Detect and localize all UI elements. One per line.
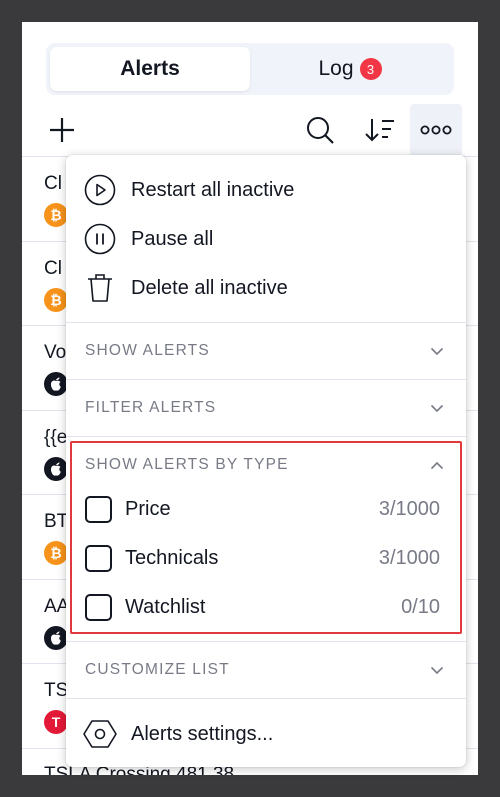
bitcoin-icon: ₿ [44,203,68,227]
tab-alerts[interactable]: Alerts [50,47,250,91]
alert-title: Vo [44,342,67,363]
plus-icon [50,118,74,142]
play-circle-icon [82,172,118,208]
show-alerts-by-type-title: SHOW ALERTS BY TYPE [85,456,289,473]
price-label: Price [125,497,171,520]
show-alerts-section[interactable]: SHOW ALERTS [66,323,466,379]
tesla-logo-icon: T [44,710,68,734]
add-alert-button[interactable] [36,104,88,156]
chevron-up-icon [430,461,444,469]
price-checkbox[interactable] [85,495,112,523]
trash-icon [82,270,118,306]
log-count-badge: 3 [359,58,382,80]
tab-log-label: Log [318,57,354,80]
delete-all-inactive-item[interactable]: Delete all inactive [66,264,466,312]
more-horizontal-icon [420,125,452,135]
alerts-settings-item[interactable]: Alerts settings... [66,710,466,758]
alert-title: BT [44,511,69,532]
technicals-count: 3/1000 [378,546,440,569]
chevron-down-icon [430,404,444,412]
menu-divider [66,698,466,699]
delete-all-inactive-label: Delete all inactive [131,276,288,299]
pause-circle-icon [82,221,118,257]
alert-title: {{e [44,426,68,448]
technicals-label: Technicals [125,546,219,569]
alert-title: TS [44,680,69,701]
bitcoin-icon: ₿ [44,287,68,312]
apple-logo-icon [44,456,68,481]
watchlist-label: Watchlist [125,595,206,618]
apple-logo-icon [44,625,68,650]
watchlist-count: 0/10 [401,595,440,618]
search-icon [307,117,334,144]
restart-all-inactive-item[interactable]: Restart all inactive [66,166,466,214]
sort-button[interactable] [354,104,406,156]
tab-alerts-label: Alerts [120,57,180,80]
chevron-down-icon [430,666,444,674]
alerts-settings-label: Alerts settings... [131,722,274,745]
more-options-button[interactable] [410,104,462,156]
tab-log[interactable]: Log 3 [250,47,450,91]
customize-list-section[interactable]: CUSTOMIZE LIST [66,642,466,698]
technicals-checkbox[interactable] [85,544,112,572]
customize-list-title: CUSTOMIZE LIST [85,661,230,678]
type-filter-technicals[interactable]: Technicals 3/1000 [66,534,466,582]
pause-all-label: Pause all [131,227,214,250]
settings-hexagon-icon [82,716,118,752]
more-options-menu: Restart all inactive Pause all Delete al… [66,155,466,767]
pause-all-item[interactable]: Pause all [66,215,466,263]
alert-title: Cl [44,173,62,194]
tab-switcher: Alerts Log 3 [46,43,454,95]
apple-logo-icon [44,372,68,396]
bitcoin-icon: ₿ [44,541,68,565]
show-alerts-title: SHOW ALERTS [85,342,210,359]
toolbar [22,104,478,156]
alert-title: Cl [44,257,62,279]
sort-icon [365,119,394,142]
type-filter-price[interactable]: Price 3/1000 [66,485,466,533]
chevron-down-icon [430,347,444,355]
price-count: 3/1000 [378,497,440,520]
type-filter-watchlist[interactable]: Watchlist 0/10 [66,583,466,631]
restart-all-inactive-label: Restart all inactive [131,178,295,201]
filter-alerts-section[interactable]: FILTER ALERTS [66,380,466,436]
filter-alerts-title: FILTER ALERTS [85,399,217,416]
watchlist-checkbox[interactable] [85,593,112,621]
search-button[interactable] [294,104,346,156]
